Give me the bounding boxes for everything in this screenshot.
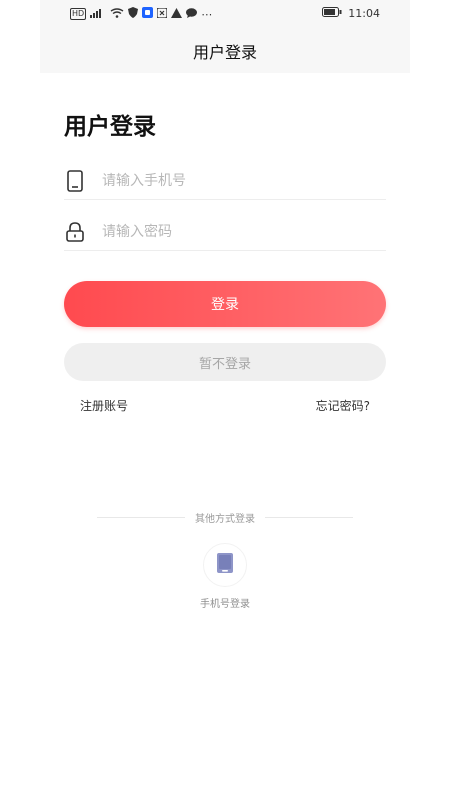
phone-field[interactable] — [64, 163, 386, 200]
app-icon — [156, 6, 168, 21]
login-form: 用户登录 登录 暂不登录 注册账号 忘记密码? 其他方式登录 — [40, 107, 410, 610]
more-icon: ⋯ — [201, 7, 213, 21]
password-input[interactable] — [100, 223, 354, 241]
phone-input[interactable] — [100, 172, 354, 190]
page-title: 用户登录 — [64, 114, 156, 140]
phone-login-label: 手机号登录 — [200, 599, 250, 610]
register-link[interactable]: 注册账号 — [80, 397, 128, 414]
status-time: 11:04 — [348, 7, 380, 20]
lock-icon — [64, 221, 86, 243]
nav-bar: 用户登录 — [40, 28, 410, 73]
phone-login-button[interactable] — [203, 543, 247, 587]
battery-icon — [322, 7, 342, 20]
vpn-icon — [142, 7, 154, 21]
skip-login-button[interactable]: 暂不登录 — [64, 343, 386, 381]
auth-links: 注册账号 忘记密码? — [64, 397, 386, 414]
alert-icon — [171, 7, 183, 21]
divider-left — [97, 517, 185, 518]
status-bar: HD ⋯ 11:04 — [40, 0, 410, 28]
phone-login-option[interactable]: 手机号登录 — [64, 543, 386, 610]
nav-title: 用户登录 — [192, 42, 257, 62]
phone-icon — [64, 170, 86, 192]
status-right: 11:04 — [322, 7, 380, 20]
phone-screen: HD ⋯ 11:04 用户登录 用户登录 请输入手机号 登录 暂不登录 注册账号… — [40, 0, 410, 800]
forgot-password-link[interactable]: 忘记密码? — [316, 397, 370, 414]
login-button[interactable]: 登录 — [64, 281, 386, 327]
other-login-label: 其他方式登录 — [195, 514, 255, 525]
signal-icon — [90, 8, 106, 21]
status-icons: HD ⋯ — [70, 6, 213, 21]
wifi-icon — [110, 7, 124, 21]
other-login-divider: 其他方式登录 — [64, 510, 386, 525]
hd-icon: HD — [70, 8, 87, 20]
shield-icon — [128, 7, 139, 21]
divider-right — [265, 517, 353, 518]
password-field[interactable] — [64, 214, 386, 251]
mobile-icon — [216, 552, 234, 578]
chat-icon — [186, 7, 198, 21]
